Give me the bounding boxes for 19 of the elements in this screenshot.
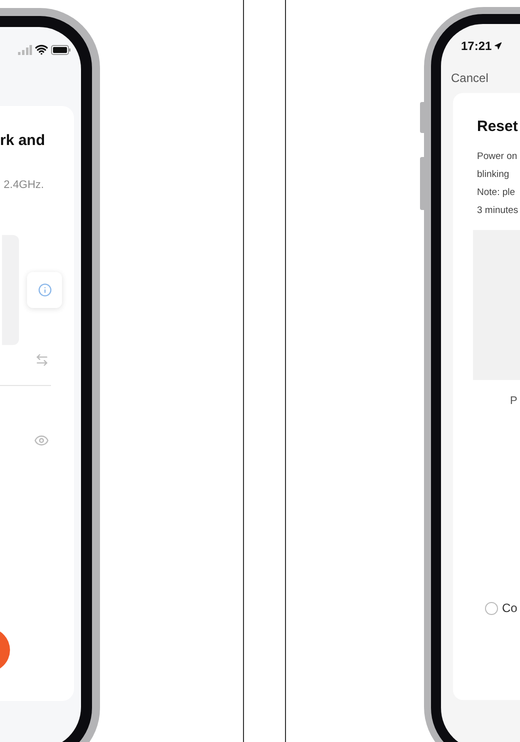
status-time: 17:21 [461, 38, 492, 55]
instruction-text: Power on [477, 150, 518, 164]
signal-icon [18, 44, 32, 54]
battery-icon [51, 44, 71, 54]
page-title: rk and [0, 131, 45, 151]
info-icon[interactable] [38, 283, 52, 297]
radio-button[interactable] [485, 602, 498, 614]
location-icon [494, 42, 502, 50]
swap-icon[interactable] [35, 353, 49, 367]
image-caption: P [510, 394, 518, 408]
cancel-button[interactable]: Cancel [451, 69, 488, 87]
subtitle-text: 2.4GHz. [4, 178, 44, 192]
wifi-icon [35, 43, 48, 56]
page-title: Reset [477, 117, 519, 137]
instruction-text: 3 minutes [477, 204, 520, 218]
eye-icon[interactable] [34, 433, 49, 448]
agreement-label: Co [502, 600, 518, 617]
instruction-text: blinking [477, 168, 510, 182]
instruction-text: Note: ple [477, 186, 516, 200]
